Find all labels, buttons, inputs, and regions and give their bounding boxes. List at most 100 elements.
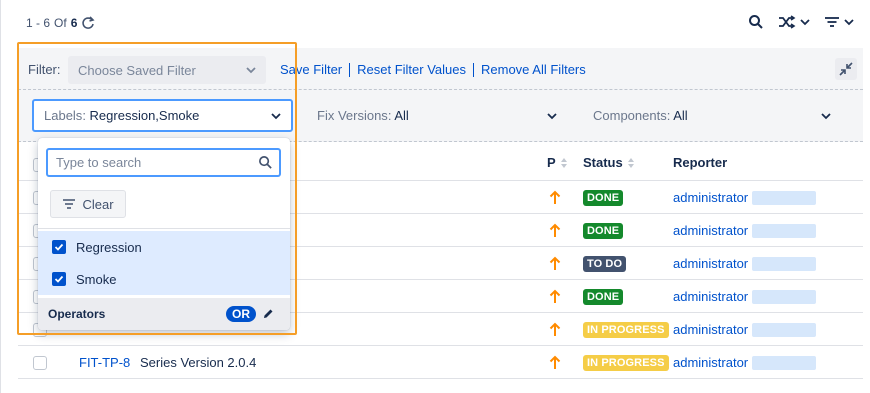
reporter-link[interactable]: administrator — [673, 190, 748, 205]
reporter-cell: administrator — [673, 355, 817, 370]
reporter-link[interactable]: administrator — [673, 256, 748, 271]
shuffle-menu-button[interactable] — [778, 14, 810, 30]
redacted-name — [752, 322, 817, 337]
reporter-link[interactable]: administrator — [673, 223, 748, 238]
fix-versions-filter[interactable]: Fix Versions: All — [317, 108, 557, 123]
divider — [349, 62, 351, 77]
chevron-down-icon — [800, 19, 810, 26]
row-divider — [18, 345, 863, 346]
priority-header-label: P — [547, 155, 556, 170]
chevron-down-icon — [844, 19, 854, 26]
redacted-name — [752, 355, 817, 370]
sort-menu-button[interactable] — [824, 15, 854, 29]
filter-label: Filter: — [28, 62, 61, 77]
reset-filter-values-link[interactable]: Reset Filter Values — [357, 62, 466, 77]
issue-key-link[interactable]: FIT-TP-8 — [79, 355, 130, 370]
status-badge: IN PROGRESS — [583, 355, 669, 371]
issue-summary: Series Version 2.0.4 — [140, 355, 257, 370]
search-icon — [749, 15, 763, 29]
labels-dropdown: Type to search Clear Regression Smoke Op… — [38, 138, 290, 330]
column-header-priority[interactable]: P — [547, 155, 568, 170]
chevron-down-icon — [821, 112, 831, 119]
redacted-name — [752, 190, 817, 205]
pagination-info: 1 - 6 Of 6 — [26, 13, 95, 33]
redacted-name — [752, 289, 817, 304]
refresh-icon[interactable] — [81, 16, 95, 30]
reporter-link[interactable]: administrator — [673, 322, 748, 337]
checkbox-checked[interactable] — [52, 272, 66, 286]
status-badge: IN PROGRESS — [583, 322, 669, 338]
reporter-cell: administrator — [673, 289, 817, 304]
divider — [473, 62, 474, 77]
reporter-link[interactable]: administrator — [673, 355, 748, 370]
sort-icon — [560, 157, 567, 168]
collapse-icon — [839, 62, 853, 76]
filter-actions: Save Filter Reset Filter Values Remove A… — [280, 62, 586, 77]
checkbox-checked[interactable] — [52, 240, 66, 254]
option-label: Smoke — [76, 271, 117, 287]
status-badge: DONE — [583, 190, 624, 206]
clear-filter-icon — [63, 199, 76, 209]
priority-high-icon — [549, 223, 563, 239]
pager-range: 1 - 6 — [26, 16, 51, 30]
priority-high-icon — [549, 289, 563, 305]
chevron-down-icon — [271, 112, 281, 119]
status-badge: DONE — [583, 289, 624, 305]
pencil-icon[interactable] — [262, 308, 274, 320]
column-header-status[interactable]: Status — [583, 155, 635, 170]
checkmark-icon — [54, 275, 64, 283]
option-label: Regression — [76, 239, 142, 255]
fix-versions-value: All — [394, 108, 409, 123]
labels-filter-key: Labels — [44, 108, 83, 123]
priority-high-icon — [549, 355, 563, 371]
search-icon — [259, 156, 272, 169]
status-header-label: Status — [583, 155, 623, 170]
option-regression[interactable]: Regression — [38, 231, 290, 263]
reporter-cell: administrator — [673, 256, 817, 271]
reporter-cell: administrator — [673, 322, 817, 337]
search-button[interactable] — [748, 14, 764, 30]
reporter-cell: administrator — [673, 223, 817, 238]
clear-label: Clear — [82, 196, 114, 212]
priority-high-icon — [549, 190, 563, 206]
remove-all-filters-link[interactable]: Remove All Filters — [481, 62, 586, 77]
reporter-link[interactable]: administrator — [673, 289, 748, 304]
table-toolbar — [748, 10, 854, 34]
saved-filter-select[interactable]: Choose Saved Filter — [68, 56, 266, 84]
chevron-down-icon — [547, 112, 557, 119]
save-filter-link[interactable]: Save Filter — [280, 62, 342, 77]
components-value: All — [673, 108, 688, 123]
sort-icon — [825, 17, 839, 27]
clear-button[interactable]: Clear — [50, 190, 126, 218]
frame-border — [0, 0, 1, 393]
redacted-name — [752, 223, 817, 238]
reporter-header-label: Reporter — [673, 155, 728, 170]
labels-colon: : — [82, 108, 90, 123]
priority-high-icon — [549, 256, 563, 272]
operators-label: Operators — [48, 307, 106, 321]
components-filter[interactable]: Components: All — [593, 108, 831, 123]
labels-filter-select[interactable]: Labels: Regression,Smoke — [32, 99, 293, 132]
collapse-filter-button[interactable] — [835, 58, 857, 80]
dropdown-divider — [38, 228, 290, 229]
chevron-down-icon — [246, 67, 256, 74]
checkmark-icon — [54, 243, 64, 251]
option-smoke[interactable]: Smoke — [38, 263, 290, 295]
status-badge: DONE — [583, 223, 624, 239]
column-header-reporter[interactable]: Reporter — [673, 155, 727, 170]
operators-bar: Operators OR — [38, 298, 290, 330]
row-divider — [18, 378, 863, 379]
pager-of: Of — [54, 16, 67, 30]
label-search-input[interactable]: Type to search — [46, 148, 281, 177]
labels-filter-value: Regression,Smoke — [89, 108, 200, 123]
row-checkbox[interactable] — [33, 356, 47, 370]
redacted-name — [752, 256, 817, 271]
fix-versions-key: Fix Versions — [317, 108, 388, 123]
priority-high-icon — [549, 322, 563, 338]
search-placeholder: Type to search — [56, 155, 142, 170]
reporter-cell: administrator — [673, 190, 817, 205]
shuffle-icon — [779, 15, 796, 29]
saved-filter-placeholder: Choose Saved Filter — [78, 62, 196, 78]
pager-total: 6 — [70, 16, 78, 30]
operator-badge[interactable]: OR — [226, 306, 256, 322]
